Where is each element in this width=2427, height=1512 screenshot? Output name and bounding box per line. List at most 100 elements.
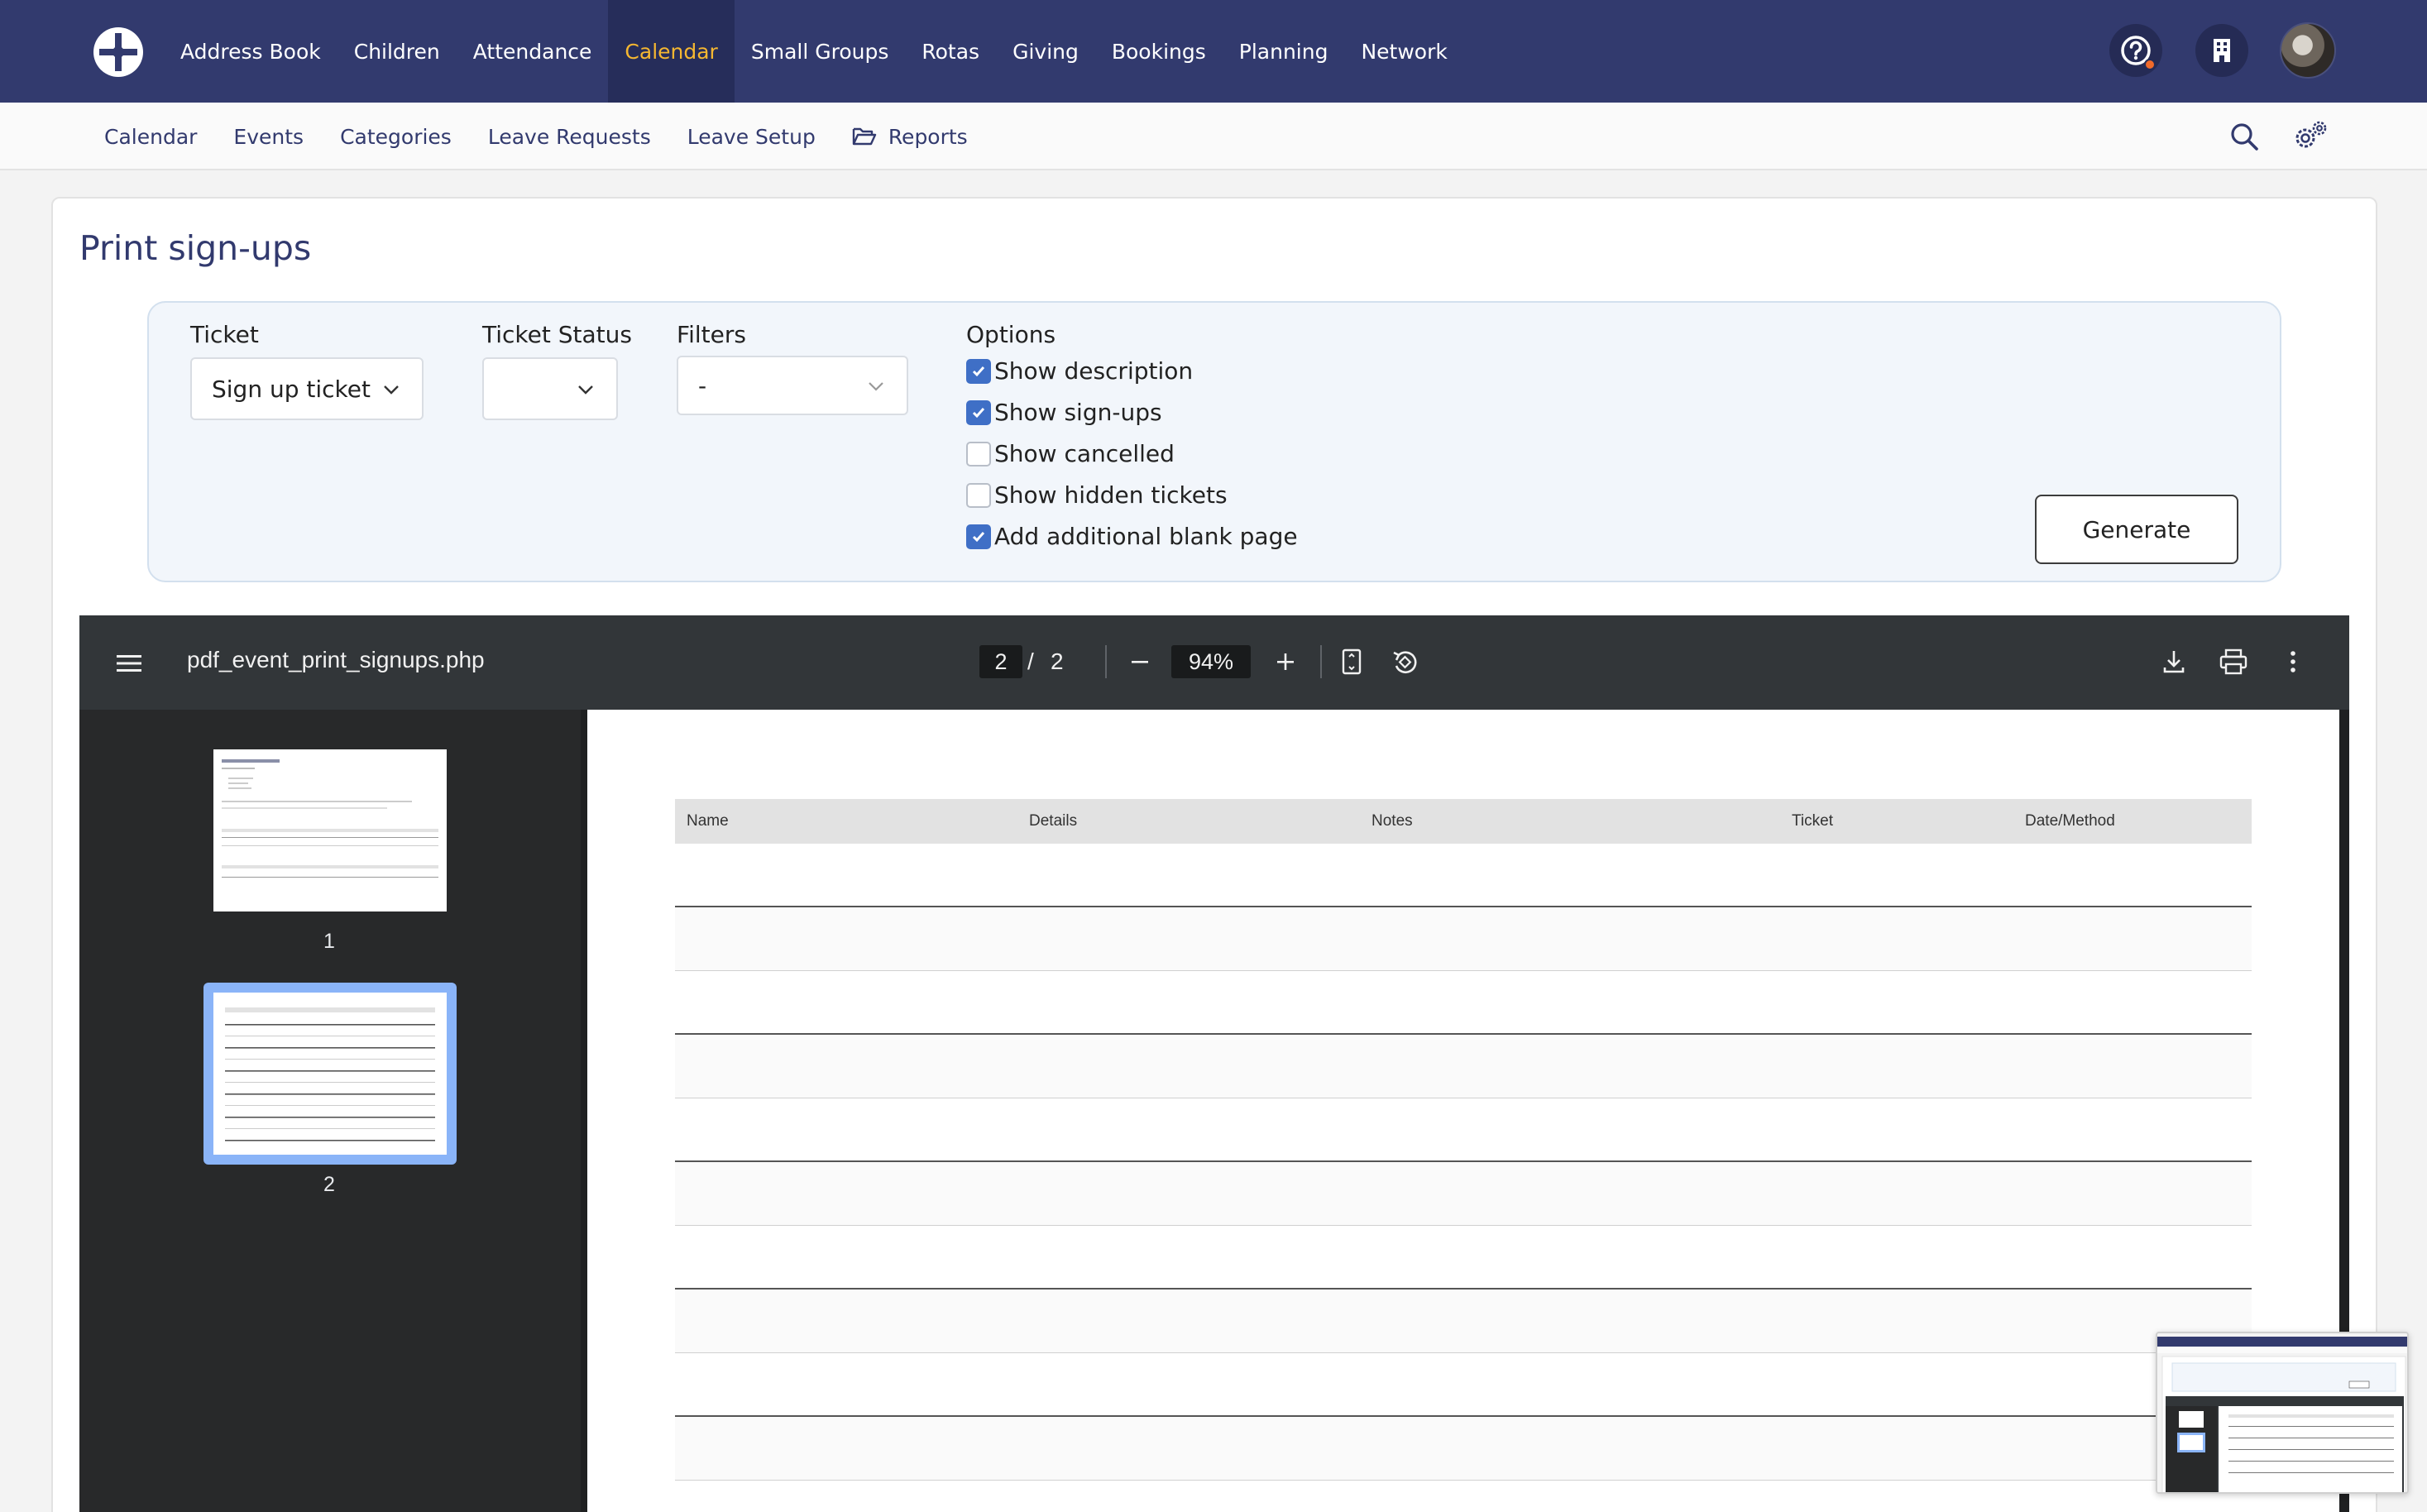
- table-row: [675, 1290, 2252, 1353]
- column-header-details: Details: [1029, 812, 1078, 830]
- search-icon: [2231, 123, 2258, 151]
- option-label: Show sign-ups: [994, 399, 1162, 426]
- download-button[interactable]: [2157, 645, 2190, 678]
- thumbnail-number: 1: [323, 930, 335, 953]
- help-button[interactable]: [2109, 24, 2162, 77]
- zoom-out-button[interactable]: [1123, 645, 1156, 678]
- pdf-viewer: pdf_event_print_signups.php 2 / 2 94% 1 …: [79, 615, 2349, 1512]
- ticket-label: Ticket: [190, 321, 259, 348]
- calendar-submenu: Calendar Events Categories Leave Request…: [86, 103, 986, 170]
- hamburger-menu-icon: [117, 655, 141, 672]
- sidebar-divider: [581, 710, 587, 1512]
- check-icon: [972, 531, 985, 542]
- subnav-label: Calendar: [104, 124, 198, 149]
- organisation-button[interactable]: [2195, 24, 2248, 77]
- sidebar-menu-button[interactable]: [112, 647, 146, 680]
- filters-select[interactable]: -: [677, 356, 908, 415]
- option-label: Add additional blank page: [994, 523, 1298, 550]
- rotate-button[interactable]: [1388, 645, 1421, 678]
- ticket-status-select[interactable]: [482, 357, 618, 420]
- preview-image: [2157, 1333, 2407, 1492]
- search-button[interactable]: [2225, 117, 2263, 156]
- zoom-in-button[interactable]: [1269, 645, 1302, 678]
- option-show-sign-ups[interactable]: Show sign-ups: [966, 399, 1162, 426]
- thumbnail-number: 2: [323, 1173, 335, 1196]
- fit-to-page-icon: [1342, 648, 1362, 675]
- subnav-calendar[interactable]: Calendar: [86, 103, 215, 170]
- print-button[interactable]: [2217, 645, 2250, 678]
- nav-small-groups[interactable]: Small Groups: [735, 0, 906, 103]
- option-add-blank-page[interactable]: Add additional blank page: [966, 523, 1298, 550]
- chevron-down-icon: [578, 385, 593, 395]
- settings-gears-icon: [2295, 121, 2327, 148]
- folder-open-icon: [852, 127, 877, 146]
- ticket-status-label: Ticket Status: [482, 321, 632, 348]
- zoom-input[interactable]: 94%: [1171, 645, 1251, 678]
- nav-giving[interactable]: Giving: [996, 0, 1095, 103]
- fit-page-button[interactable]: [1335, 645, 1368, 678]
- subnav-events[interactable]: Events: [215, 103, 322, 170]
- page-number-input[interactable]: 2: [979, 645, 1022, 678]
- main-menu: Address Book Children Attendance Calenda…: [164, 0, 1464, 103]
- subnav-leave-setup[interactable]: Leave Setup: [669, 103, 834, 170]
- column-header-date-method: Date/Method: [2025, 812, 2115, 830]
- page-thumbnail-1[interactable]: [213, 749, 447, 912]
- print-icon: [2219, 648, 2247, 675]
- subnav-label: Leave Requests: [487, 124, 651, 149]
- nav-calendar[interactable]: Calendar: [608, 0, 735, 103]
- table-row: [675, 1162, 2252, 1226]
- nav-rotas[interactable]: Rotas: [905, 0, 996, 103]
- download-icon: [2163, 651, 2185, 673]
- option-label: Show description: [994, 357, 1194, 385]
- rotate-icon: [1393, 651, 1417, 674]
- subnav-label: Leave Setup: [687, 124, 816, 149]
- ticket-select-value: Sign up ticket: [212, 375, 371, 403]
- filters-select-value: -: [698, 371, 707, 400]
- column-header-ticket: Ticket: [1792, 812, 1833, 830]
- subnav-leave-requests[interactable]: Leave Requests: [470, 103, 669, 170]
- signup-table-header: Name Details Notes Ticket Date/Method: [675, 799, 2252, 844]
- subnav-reports[interactable]: Reports: [834, 103, 986, 170]
- option-show-hidden-tickets[interactable]: Show hidden tickets: [966, 481, 1228, 509]
- nav-attendance[interactable]: Attendance: [457, 0, 609, 103]
- generate-button[interactable]: Generate: [2035, 495, 2238, 564]
- table-row: [675, 907, 2252, 971]
- nav-network[interactable]: Network: [1344, 0, 1463, 103]
- page-separator: /: [1027, 648, 1034, 674]
- option-show-cancelled[interactable]: Show cancelled: [966, 440, 1175, 467]
- page-total: 2: [1051, 648, 1064, 674]
- checkbox-unchecked[interactable]: [966, 441, 991, 467]
- ticket-select[interactable]: Sign up ticket: [190, 357, 424, 420]
- subnav-categories[interactable]: Categories: [322, 103, 470, 170]
- pdf-toolbar: pdf_event_print_signups.php 2 / 2 94%: [79, 615, 2349, 710]
- top-navigation-bar: Address Book Children Attendance Calenda…: [0, 0, 2427, 103]
- options-label: Options: [966, 321, 1056, 348]
- logo-icon[interactable]: [91, 25, 146, 79]
- checkbox-checked[interactable]: [966, 358, 991, 384]
- subnav-label: Categories: [340, 124, 452, 149]
- table-row: [675, 1098, 2252, 1162]
- more-vertical-icon: [2291, 651, 2295, 672]
- avatar[interactable]: [2280, 22, 2336, 79]
- thumbnail-page: [213, 993, 447, 1155]
- settings-button[interactable]: [2291, 117, 2329, 156]
- check-icon: [972, 366, 985, 376]
- checkbox-unchecked[interactable]: [966, 482, 991, 508]
- nav-bookings[interactable]: Bookings: [1095, 0, 1223, 103]
- nav-address-book[interactable]: Address Book: [164, 0, 337, 103]
- more-options-button[interactable]: [2276, 645, 2310, 678]
- toolbar-divider: [1105, 645, 1107, 678]
- checkbox-checked[interactable]: [966, 400, 991, 425]
- table-row: [675, 1035, 2252, 1098]
- page-thumbnail-2[interactable]: [203, 983, 457, 1165]
- pdf-filename: pdf_event_print_signups.php: [187, 647, 485, 672]
- nav-children[interactable]: Children: [337, 0, 457, 103]
- table-row: [675, 1353, 2252, 1417]
- nav-planning[interactable]: Planning: [1223, 0, 1345, 103]
- screen-preview-thumbnail[interactable]: [2156, 1332, 2409, 1494]
- toolbar-divider: [1320, 645, 1322, 678]
- column-header-name: Name: [687, 812, 729, 830]
- checkbox-checked[interactable]: [966, 524, 991, 549]
- option-show-description[interactable]: Show description: [966, 357, 1193, 385]
- notification-dot: [2144, 59, 2156, 70]
